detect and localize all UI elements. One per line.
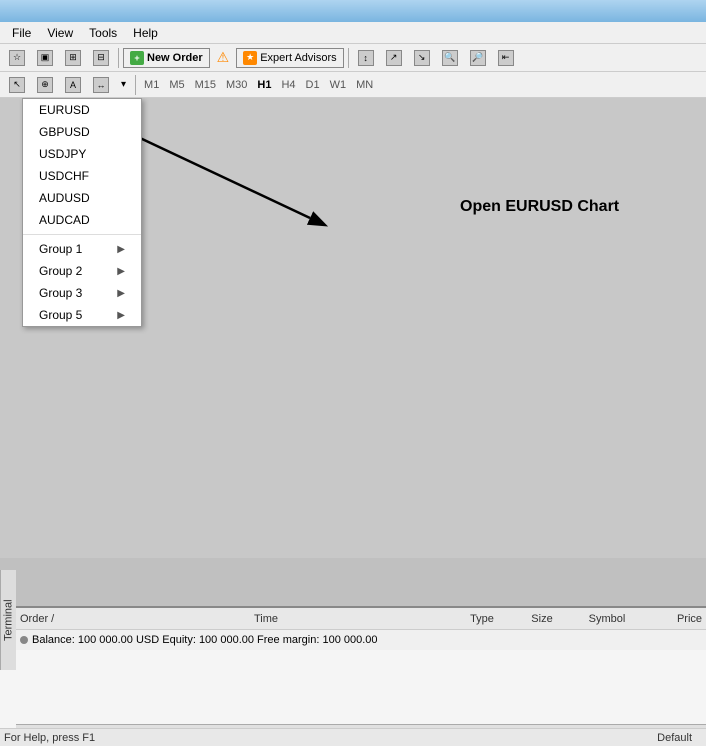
toolbar-icon-4: ⊟ — [93, 50, 109, 66]
expert-label: Expert Advisors — [260, 52, 336, 64]
expert-advisors-button[interactable]: ★ Expert Advisors — [236, 48, 343, 68]
table-header: Order / Time Type Size Symbol Price — [16, 608, 706, 630]
toolbar-btn-3[interactable]: ⊞ — [60, 47, 86, 69]
dropdown-usdjpy[interactable]: USDJPY — [23, 143, 141, 165]
toolbar-btn-4[interactable]: ⊟ — [88, 47, 114, 69]
dropdown-group2[interactable]: Group 2 ▶ — [23, 260, 141, 282]
dropdown-sep — [23, 234, 141, 235]
group5-arrow: ▶ — [117, 310, 125, 321]
menu-bar: File View Tools Help — [0, 22, 706, 44]
toolbar-icon-3: ⊞ — [65, 50, 81, 66]
bottom-panel: Order / Time Type Size Symbol Price Bala… — [0, 606, 706, 746]
toolbar-btn-2[interactable]: ▣ — [32, 47, 58, 69]
balance-row: Balance: 100 000.00 USD Equity: 100 000.… — [16, 630, 706, 650]
group1-arrow: ▶ — [117, 244, 125, 255]
tf-d1[interactable]: D1 — [302, 78, 324, 92]
dropdown-audusd[interactable]: AUDUSD — [23, 187, 141, 209]
main-chart-area: EURUSD GBPUSD USDJPY USDCHF AUDUSD AUDCA… — [0, 98, 706, 558]
group3-arrow: ▶ — [117, 288, 125, 299]
annotation-text: Open EURUSD Chart — [460, 198, 619, 216]
toolbar-sep-3 — [135, 75, 136, 95]
title-bar — [0, 0, 706, 22]
drawing-btn-1[interactable]: ↖ — [4, 74, 30, 96]
tf-m15[interactable]: M15 — [191, 78, 220, 92]
toolbar-btn-5[interactable]: ↕ — [353, 47, 379, 69]
tf-m5[interactable]: M5 — [165, 78, 188, 92]
col-symbol: Symbol — [572, 613, 642, 625]
expert-icon: ★ — [243, 51, 257, 65]
col-price: Price — [642, 613, 702, 625]
toolbar-btn-6[interactable]: ↗ — [381, 47, 407, 69]
toolbar-btn-10[interactable]: ⇤ — [493, 47, 519, 69]
toolbar-warning-btn[interactable]: ⚠ — [212, 47, 235, 69]
balance-text: Balance: 100 000.00 USD Equity: 100 000.… — [32, 634, 378, 646]
toolbar-icon-8: 🔍 — [442, 50, 458, 66]
col-time: Time — [80, 613, 452, 625]
toolbar-icon-1: ☆ — [9, 50, 25, 66]
tf-m30[interactable]: M30 — [222, 78, 251, 92]
menu-file[interactable]: File — [4, 24, 39, 42]
toolbar: ☆ ▣ ⊞ ⊟ + New Order ⚠ ★ Expert Advisors … — [0, 44, 706, 72]
group2-arrow: ▶ — [117, 266, 125, 277]
terminal-label[interactable]: Terminal — [0, 570, 16, 670]
dropdown-group1[interactable]: Group 1 ▶ — [23, 238, 141, 260]
new-order-button[interactable]: + New Order — [123, 48, 210, 68]
balance-dot — [20, 636, 28, 644]
toolbar-btn-8[interactable]: 🔍 — [437, 47, 463, 69]
drawing-icon-2: ⊕ — [37, 77, 53, 93]
toolbar-icon-7: ↘ — [414, 50, 430, 66]
menu-help[interactable]: Help — [125, 24, 166, 42]
dropdown-indicator: ▾ — [121, 79, 126, 90]
tf-mn[interactable]: MN — [352, 78, 377, 92]
toolbar-icon-6: ↗ — [386, 50, 402, 66]
drawing-btn-2[interactable]: ⊕ — [32, 74, 58, 96]
bottom-content: Order / Time Type Size Symbol Price Bala… — [16, 608, 706, 746]
toolbar-btn-1[interactable]: ☆ — [4, 47, 30, 69]
new-order-label: New Order — [147, 52, 203, 64]
status-bar: For Help, press F1 Default — [0, 728, 706, 746]
col-type: Type — [452, 613, 512, 625]
toolbar-sep-2 — [348, 48, 349, 68]
toolbar-btn-9[interactable]: 🔎 — [465, 47, 491, 69]
drawing-btn-4[interactable]: ↔ — [88, 74, 114, 96]
toolbar-icon-9: 🔎 — [470, 50, 486, 66]
help-text: For Help, press F1 — [4, 732, 95, 744]
tf-m1[interactable]: M1 — [140, 78, 163, 92]
dropdown-usdchf[interactable]: USDCHF — [23, 165, 141, 187]
new-order-icon: + — [130, 51, 144, 65]
menu-view[interactable]: View — [39, 24, 81, 42]
drawing-btn-5[interactable]: ▾ — [116, 74, 131, 96]
toolbar-btn-7[interactable]: ↘ — [409, 47, 435, 69]
dropdown-audcad[interactable]: AUDCAD — [23, 209, 141, 231]
tf-w1[interactable]: W1 — [326, 78, 351, 92]
warning-icon: ⚠ — [217, 49, 230, 66]
drawing-icon-3: A — [65, 77, 81, 93]
default-text: Default — [657, 732, 702, 744]
toolbar2: ↖ ⊕ A ↔ ▾ M1 M5 M15 M30 H1 H4 D1 W1 MN — [0, 72, 706, 98]
dropdown-eurusd[interactable]: EURUSD — [23, 99, 141, 121]
toolbar-sep-1 — [118, 48, 119, 68]
dropdown-gbpusd[interactable]: GBPUSD — [23, 121, 141, 143]
tf-h4[interactable]: H4 — [277, 78, 299, 92]
symbol-dropdown: EURUSD GBPUSD USDJPY USDCHF AUDUSD AUDCA… — [22, 98, 142, 327]
toolbar-icon-10: ⇤ — [498, 50, 514, 66]
dropdown-group5[interactable]: Group 5 ▶ — [23, 304, 141, 326]
drawing-icon-4: ↔ — [93, 77, 109, 93]
annotation-arrow — [90, 128, 590, 328]
col-size: Size — [512, 613, 572, 625]
menu-tools[interactable]: Tools — [81, 24, 125, 42]
dropdown-group3[interactable]: Group 3 ▶ — [23, 282, 141, 304]
drawing-icon-1: ↖ — [9, 77, 25, 93]
col-order: Order / — [20, 613, 80, 625]
tf-h1[interactable]: H1 — [253, 78, 275, 92]
toolbar-icon-2: ▣ — [37, 50, 53, 66]
toolbar-icon-5: ↕ — [358, 50, 374, 66]
drawing-btn-3[interactable]: A — [60, 74, 86, 96]
